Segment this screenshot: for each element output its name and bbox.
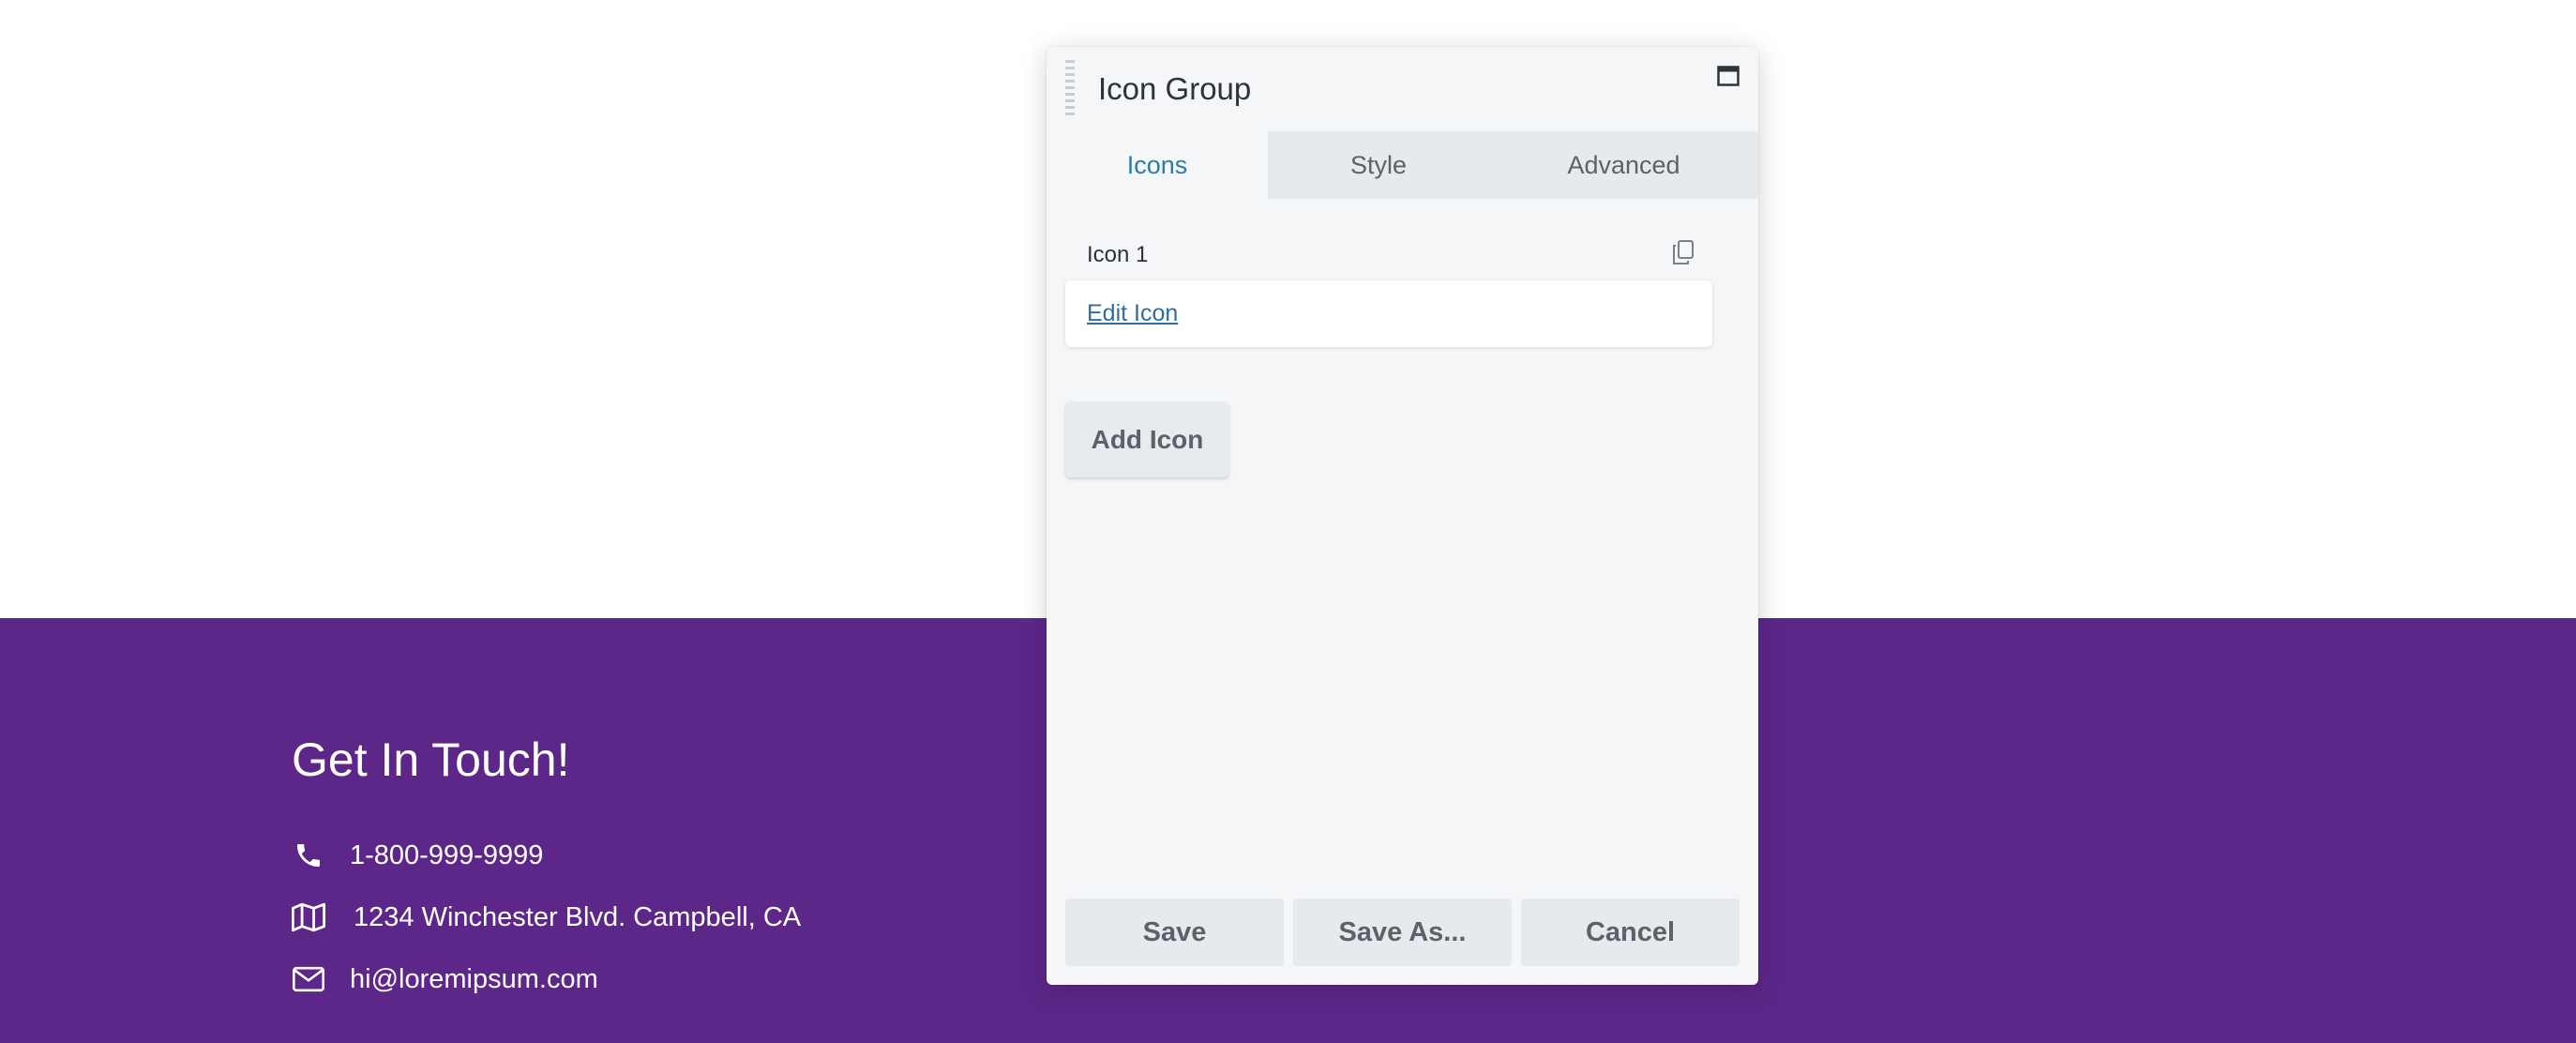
save-button[interactable]: Save [1065, 899, 1284, 966]
envelope-icon [292, 962, 325, 996]
contact-email: hi@loremipsum.com [292, 959, 598, 1000]
contact-address-text: 1234 Winchester Blvd. Campbell, CA [354, 901, 802, 932]
drag-handle-icon[interactable] [1065, 60, 1075, 116]
panel-header[interactable]: Icon Group [1047, 47, 1758, 131]
icon-item-card: Edit Icon [1065, 280, 1712, 347]
phone-icon [292, 839, 325, 872]
panel-title: Icon Group [1098, 71, 1252, 106]
tab-icons[interactable]: Icons [1047, 131, 1268, 199]
tab-advanced[interactable]: Advanced [1489, 131, 1758, 199]
edit-icon-link[interactable]: Edit Icon [1087, 300, 1178, 327]
panel-tabs: Icons Style Advanced [1047, 131, 1758, 199]
contact-address: 1234 Winchester Blvd. Campbell, CA [292, 897, 801, 938]
contact-email-text: hi@loremipsum.com [350, 963, 598, 994]
tab-style[interactable]: Style [1268, 131, 1489, 199]
add-icon-button[interactable]: Add Icon [1065, 401, 1229, 477]
maximize-icon[interactable] [1717, 65, 1740, 87]
icon-group-settings-panel: Icon Group Icons Style Advanced Icon 1 E… [1047, 47, 1758, 985]
cancel-button[interactable]: Cancel [1521, 899, 1740, 966]
icon-item-label: Icon 1 [1087, 242, 1149, 267]
save-as-button[interactable]: Save As... [1293, 899, 1512, 966]
panel-footer-buttons: Save Save As... Cancel [1065, 899, 1740, 966]
footer-title: Get In Touch! [292, 733, 570, 786]
map-icon [292, 900, 325, 934]
contact-phone-text: 1-800-999-9999 [350, 839, 544, 870]
contact-phone: 1-800-999-9999 [292, 835, 543, 876]
copy-icon[interactable] [1669, 238, 1697, 266]
